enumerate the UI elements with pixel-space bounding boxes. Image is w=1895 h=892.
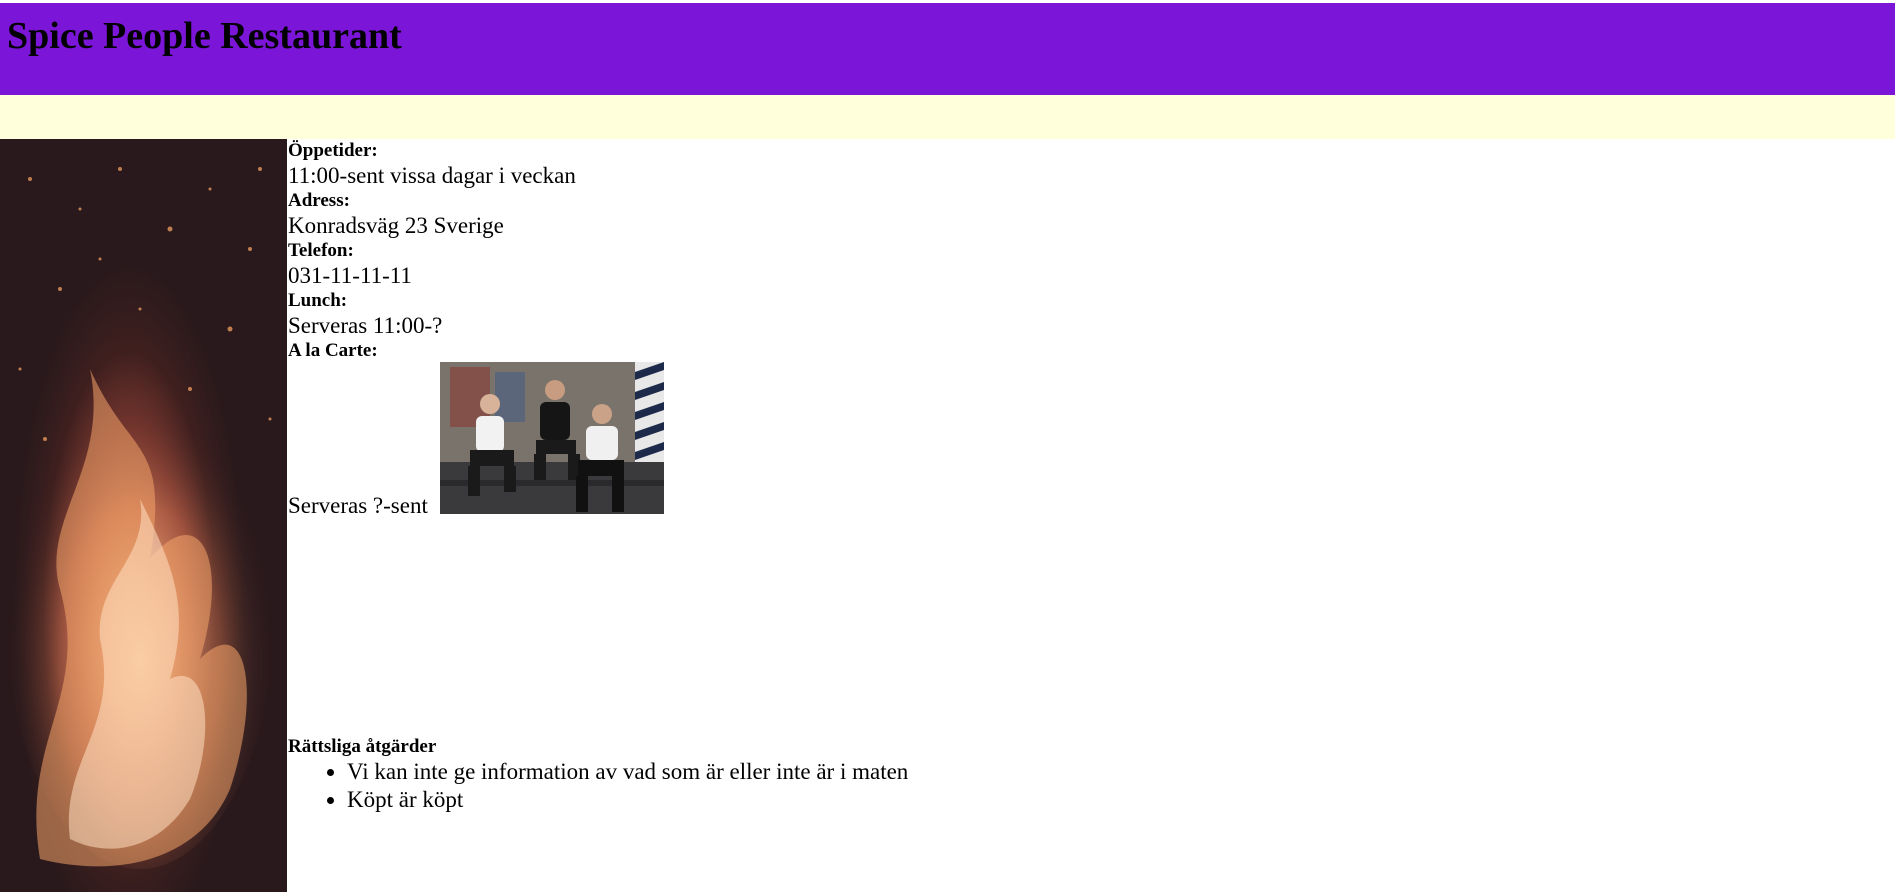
legal-section: Rättsliga åtgärder Vi kan inte ge inform…: [288, 736, 908, 814]
legal-item: Köpt är köpt: [347, 786, 908, 814]
fire-illustration: [0, 139, 287, 892]
address-label: Adress:: [288, 190, 350, 211]
lunch-value: Serveras 11:00-?: [288, 313, 443, 338]
info-section: Öppetider: 11:00-sent vissa dagar i veck…: [288, 141, 1288, 361]
address-value: Konradsväg 23 Sverige: [288, 213, 504, 238]
hours-label: Öppetider:: [288, 140, 378, 161]
site-header: Spice People Restaurant: [0, 3, 1895, 95]
three-chefs-sitting-photo: [440, 362, 664, 514]
legal-list: Vi kan inte ge information av vad som är…: [288, 758, 908, 814]
site-title: Spice People Restaurant: [7, 15, 402, 57]
lunch-label: Lunch:: [288, 290, 348, 311]
legal-item: Vi kan inte ge information av vad som är…: [347, 758, 908, 786]
chefs-illustration: [440, 362, 664, 514]
alacarte-value: Serveras ?-sent: [288, 493, 428, 518]
phone-value: 031-11-11-11: [288, 263, 412, 288]
fire-flames-photo: [0, 139, 287, 892]
phone-label: Telefon:: [288, 240, 354, 261]
nav-bar: [0, 95, 1895, 139]
alacarte-label: A la Carte:: [288, 340, 378, 361]
hours-value: 11:00-sent vissa dagar i veckan: [288, 163, 576, 188]
legal-heading: Rättsliga åtgärder: [288, 736, 437, 757]
